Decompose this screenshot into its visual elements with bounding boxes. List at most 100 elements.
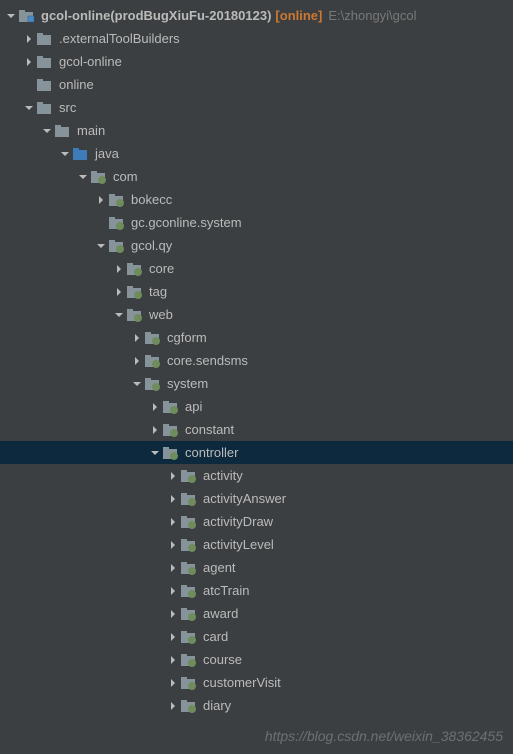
chevron-right-icon[interactable] — [166, 676, 180, 690]
tree-item-card[interactable]: card — [0, 625, 513, 648]
chevron-right-icon[interactable] — [94, 193, 108, 207]
folder-icon — [36, 77, 54, 93]
chevron-right-icon[interactable] — [166, 469, 180, 483]
tree-item-label: customerVisit — [203, 675, 281, 690]
tree-item-api[interactable]: api — [0, 395, 513, 418]
chevron-right-icon[interactable] — [166, 584, 180, 598]
package-icon — [180, 514, 198, 530]
chevron-right-icon[interactable] — [166, 561, 180, 575]
tree-item-gcol-online[interactable]: gcol-online — [0, 50, 513, 73]
tree-item-gc-gconline-system[interactable]: gc.gconline.system — [0, 211, 513, 234]
chevron-right-icon[interactable] — [112, 285, 126, 299]
chevron-down-icon[interactable] — [112, 308, 126, 322]
tree-item-tag[interactable]: tag — [0, 280, 513, 303]
package-icon — [108, 238, 126, 254]
package-icon — [180, 606, 198, 622]
tree-item-label: bokecc — [131, 192, 172, 207]
chevron-down-icon[interactable] — [76, 170, 90, 184]
tree-item-bokecc[interactable]: bokecc — [0, 188, 513, 211]
tree-item-gcol-online-prodbugxiufu-20180123-[interactable]: gcol-online(prodBugXiuFu-20180123)[onlin… — [0, 4, 513, 27]
tree-item-main[interactable]: main — [0, 119, 513, 142]
chevron-right-icon[interactable] — [148, 423, 162, 437]
chevron-right-icon[interactable] — [112, 262, 126, 276]
tree-item-atctrain[interactable]: atcTrain — [0, 579, 513, 602]
project-tree[interactable]: gcol-online(prodBugXiuFu-20180123)[onlin… — [0, 0, 513, 717]
tree-item-label: main — [77, 123, 105, 138]
tree-item-label: activityLevel — [203, 537, 274, 552]
chevron-right-icon[interactable] — [166, 699, 180, 713]
chevron-right-icon[interactable] — [130, 354, 144, 368]
tree-item-label: java — [95, 146, 119, 161]
chevron-down-icon[interactable] — [58, 147, 72, 161]
tree-item-core-sendsms[interactable]: core.sendsms — [0, 349, 513, 372]
chevron-down-icon[interactable] — [40, 124, 54, 138]
tree-item-label: award — [203, 606, 238, 621]
tree-item-label: constant — [185, 422, 234, 437]
tree-item-src[interactable]: src — [0, 96, 513, 119]
package-icon — [126, 261, 144, 277]
tree-item-label: gcol-online — [59, 54, 122, 69]
package-icon — [180, 537, 198, 553]
tree-item-constant[interactable]: constant — [0, 418, 513, 441]
folder-icon — [36, 100, 54, 116]
tree-item-label: api — [185, 399, 202, 414]
tree-item-gcol-qy[interactable]: gcol.qy — [0, 234, 513, 257]
package-icon — [180, 468, 198, 484]
tree-item-core[interactable]: core — [0, 257, 513, 280]
tree-item-label: card — [203, 629, 228, 644]
tree-item-label: .externalToolBuilders — [59, 31, 180, 46]
tree-item-label: system — [167, 376, 208, 391]
tree-item-online[interactable]: online — [0, 73, 513, 96]
tree-item-activitylevel[interactable]: activityLevel — [0, 533, 513, 556]
chevron-down-icon[interactable] — [22, 101, 36, 115]
chevron-down-icon[interactable] — [4, 9, 18, 23]
package-icon — [180, 491, 198, 507]
chevron-right-icon[interactable] — [166, 607, 180, 621]
chevron-right-icon[interactable] — [166, 630, 180, 644]
chevron-right-icon[interactable] — [148, 400, 162, 414]
tree-item-label: com — [113, 169, 138, 184]
tree-item-agent[interactable]: agent — [0, 556, 513, 579]
tree-item-label: tag — [149, 284, 167, 299]
chevron-down-icon[interactable] — [130, 377, 144, 391]
watermark: https://blog.csdn.net/weixin_38362455 — [265, 728, 503, 744]
tree-item-activityanswer[interactable]: activityAnswer — [0, 487, 513, 510]
chevron-down-icon[interactable] — [94, 239, 108, 253]
tree-item-award[interactable]: award — [0, 602, 513, 625]
source-folder-icon — [72, 146, 90, 162]
tree-item-label: gcol-online(prodBugXiuFu-20180123) — [41, 8, 271, 23]
tree-item-course[interactable]: course — [0, 648, 513, 671]
package-icon — [126, 307, 144, 323]
package-icon — [144, 376, 162, 392]
package-icon — [162, 399, 180, 415]
tree-item-controller[interactable]: controller — [0, 441, 513, 464]
package-icon — [180, 698, 198, 714]
chevron-right-icon[interactable] — [22, 32, 36, 46]
package-icon — [162, 445, 180, 461]
tree-item-label: activityDraw — [203, 514, 273, 529]
folder-icon — [36, 31, 54, 47]
tree-item-cgform[interactable]: cgform — [0, 326, 513, 349]
tree-item-web[interactable]: web — [0, 303, 513, 326]
tree-item-diary[interactable]: diary — [0, 694, 513, 717]
tree-item-system[interactable]: system — [0, 372, 513, 395]
package-icon — [180, 583, 198, 599]
tree-item-com[interactable]: com — [0, 165, 513, 188]
tree-item-label: core.sendsms — [167, 353, 248, 368]
chevron-right-icon[interactable] — [22, 55, 36, 69]
tree-item-label: gc.gconline.system — [131, 215, 242, 230]
tree-item-label: cgform — [167, 330, 207, 345]
chevron-right-icon[interactable] — [166, 515, 180, 529]
tree-item-activitydraw[interactable]: activityDraw — [0, 510, 513, 533]
chevron-right-icon[interactable] — [130, 331, 144, 345]
tree-item-customervisit[interactable]: customerVisit — [0, 671, 513, 694]
chevron-right-icon[interactable] — [166, 653, 180, 667]
chevron-right-icon[interactable] — [166, 538, 180, 552]
chevron-right-icon[interactable] — [166, 492, 180, 506]
package-icon — [180, 652, 198, 668]
tree-item-label: web — [149, 307, 173, 322]
chevron-down-icon[interactable] — [148, 446, 162, 460]
tree-item-java[interactable]: java — [0, 142, 513, 165]
tree-item-activity[interactable]: activity — [0, 464, 513, 487]
tree-item--externaltoolbuilders[interactable]: .externalToolBuilders — [0, 27, 513, 50]
